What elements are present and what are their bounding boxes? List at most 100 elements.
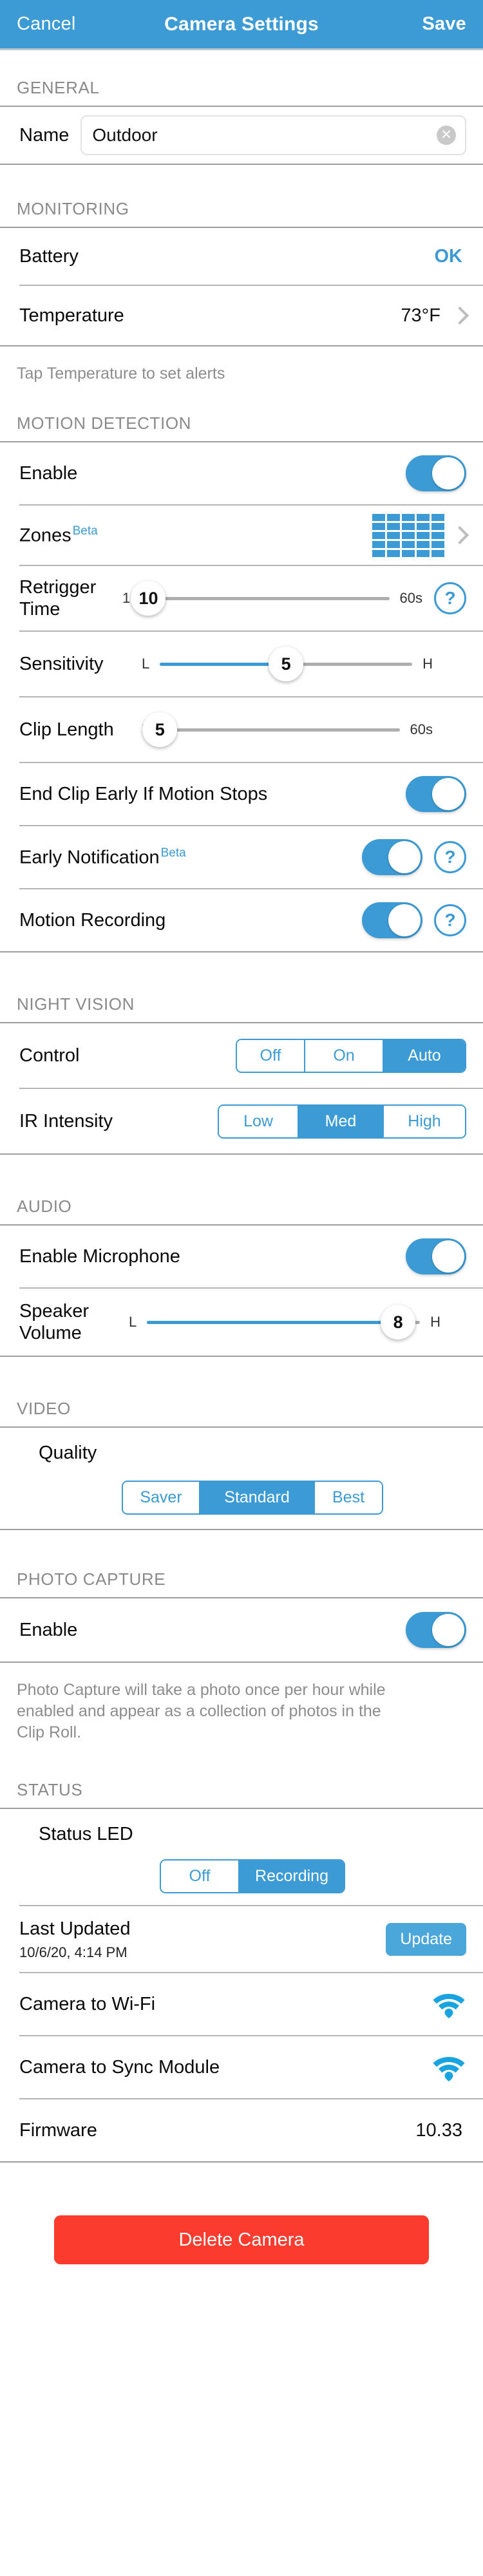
row-firmware: Firmware 10.33	[0, 2099, 483, 2161]
row-enable-microphone[interactable]: Enable Microphone	[0, 1226, 483, 1287]
last-updated-group: Last Updated 10/6/20, 4:14 PM	[19, 1918, 131, 1960]
slider-track-area[interactable]: 5	[160, 647, 413, 681]
slider-track-area[interactable]: 8	[147, 1305, 421, 1340]
temperature-footnote: Tap Temperature to set alerts	[17, 365, 225, 383]
row-name[interactable]: Name Outdoor ✕	[0, 107, 483, 164]
early-notification-label-text: Early Notification	[19, 847, 160, 868]
end-clip-early-toggle[interactable]	[406, 776, 466, 812]
row-camera-to-wifi[interactable]: Camera to Wi-Fi	[0, 1973, 483, 2035]
row-nv-control[interactable]: Control Off On Auto	[0, 1023, 483, 1088]
nv-control-segmented[interactable]: Off On Auto	[236, 1038, 466, 1073]
row-camera-to-sync-module[interactable]: Camera to Sync Module	[0, 2036, 483, 2098]
sensitivity-slider[interactable]: L 5 H	[142, 647, 433, 681]
zones-label-text: Zones	[19, 525, 71, 546]
motion-enable-label: Enable	[19, 462, 78, 484]
toggle-knob	[432, 457, 464, 489]
early-notification-help-icon[interactable]: ?	[434, 841, 466, 873]
row-motion-enable[interactable]: Enable	[0, 442, 483, 504]
slider-track	[160, 728, 400, 732]
row-early-notification[interactable]: Early Notification Beta ?	[0, 826, 483, 888]
slider-thumb[interactable]: 5	[142, 712, 178, 747]
section-header-monitoring: MONITORING	[17, 199, 129, 218]
slider-track-area[interactable]: 5	[142, 712, 400, 747]
early-notification-toggle[interactable]	[362, 839, 422, 875]
clip-length-label: Clip Length	[19, 719, 114, 740]
zones-grid-icon[interactable]	[372, 513, 444, 557]
cancel-button[interactable]: Cancel	[17, 14, 75, 35]
retrigger-time-help-icon[interactable]: ?	[434, 582, 466, 614]
sensitivity-label: Sensitivity	[19, 653, 104, 674]
early-notification-label: Early Notification Beta	[19, 846, 186, 869]
section-header-status: STATUS	[17, 1780, 83, 1800]
slider-min-label: L	[129, 1314, 137, 1330]
quality-label: Quality	[39, 1443, 97, 1463]
photo-capture-description: Photo Capture will take a photo once per…	[17, 1681, 386, 1742]
row-ir-intensity[interactable]: IR Intensity Low Med High	[0, 1089, 483, 1153]
nv-control-option-off[interactable]: Off	[237, 1039, 305, 1072]
nv-control-label: Control	[19, 1045, 80, 1066]
name-input[interactable]: Outdoor ✕	[80, 115, 466, 155]
ir-intensity-segmented[interactable]: Low Med High	[218, 1104, 466, 1139]
slider-thumb[interactable]: 10	[131, 581, 166, 616]
row-speaker-volume[interactable]: Speaker Volume L 8 H	[0, 1289, 483, 1356]
quality-option-best[interactable]: Best	[315, 1482, 382, 1514]
update-button[interactable]: Update	[386, 1922, 466, 1956]
status-led-option-recording[interactable]: Recording	[240, 1861, 344, 1893]
ir-intensity-option-low[interactable]: Low	[219, 1105, 299, 1137]
enable-microphone-toggle[interactable]	[406, 1238, 466, 1274]
early-notification-beta-badge: Beta	[160, 846, 186, 860]
speaker-volume-label: Speaker Volume	[19, 1300, 90, 1343]
motion-recording-toggle[interactable]	[362, 902, 422, 938]
retrigger-time-slider[interactable]: 10 10 60s	[122, 581, 422, 616]
navigation-bar: Cancel Camera Settings Save	[0, 0, 483, 50]
end-clip-early-label: End Clip Early If Motion Stops	[19, 783, 268, 804]
slider-track-fill	[160, 662, 287, 666]
last-updated-timestamp: 10/6/20, 4:14 PM	[19, 1944, 128, 1960]
delete-camera-button[interactable]: Delete Camera	[54, 2215, 429, 2265]
photo-capture-enable-toggle[interactable]	[406, 1612, 466, 1649]
firmware-value: 10.33	[415, 2119, 462, 2141]
row-retrigger-time[interactable]: Retrigger Time 10 10 60s ?	[0, 566, 483, 630]
ir-intensity-label: IR Intensity	[19, 1110, 113, 1132]
slider-max-label: 60s	[410, 721, 433, 737]
motion-recording-label: Motion Recording	[19, 909, 166, 931]
slider-max-label: H	[422, 656, 433, 672]
motion-enable-toggle[interactable]	[406, 455, 466, 491]
clear-circle-icon[interactable]: ✕	[437, 126, 456, 145]
speaker-volume-slider[interactable]: L 8 H	[129, 1305, 440, 1340]
quality-option-saver[interactable]: Saver	[123, 1482, 200, 1514]
slider-max-label: H	[430, 1314, 440, 1330]
slider-min-label: L	[142, 656, 150, 672]
wifi-icon	[433, 1994, 465, 2019]
zones-label: Zones Beta	[19, 524, 98, 547]
slider-thumb[interactable]: 5	[269, 647, 304, 681]
quality-option-standard[interactable]: Standard	[200, 1482, 315, 1514]
row-clip-length[interactable]: Clip Length 5 5 60s	[0, 697, 483, 762]
motion-recording-help-icon[interactable]: ?	[434, 904, 466, 936]
row-photo-capture-enable[interactable]: Enable	[0, 1598, 483, 1662]
quality-segmented[interactable]: Saver Standard Best	[122, 1481, 383, 1515]
save-button[interactable]: Save	[422, 14, 466, 35]
slider-thumb[interactable]: 8	[381, 1305, 416, 1340]
row-status-led[interactable]: Status LED Off Recording	[0, 1809, 483, 1905]
status-led-option-off[interactable]: Off	[161, 1861, 240, 1893]
clip-length-slider[interactable]: 5 5 60s	[142, 712, 433, 747]
row-end-clip-early[interactable]: End Clip Early If Motion Stops	[0, 763, 483, 825]
status-led-segmented[interactable]: Off Recording	[160, 1859, 345, 1894]
row-temperature[interactable]: Temperature 73°F	[0, 286, 483, 345]
ir-intensity-option-med[interactable]: Med	[299, 1105, 384, 1137]
name-input-value[interactable]: Outdoor	[92, 125, 437, 146]
row-motion-recording[interactable]: Motion Recording ?	[0, 889, 483, 951]
row-sensitivity[interactable]: Sensitivity L 5 H	[0, 632, 483, 696]
ir-intensity-option-high[interactable]: High	[384, 1105, 465, 1137]
slider-track	[148, 596, 390, 600]
temperature-value: 73°F	[401, 305, 440, 326]
row-quality[interactable]: Quality Saver Standard Best	[0, 1428, 483, 1529]
nv-control-option-on[interactable]: On	[305, 1039, 384, 1072]
toggle-knob	[432, 778, 464, 810]
battery-status: OK	[434, 245, 463, 267]
row-last-updated[interactable]: Last Updated 10/6/20, 4:14 PM Update	[0, 1906, 483, 1972]
row-zones[interactable]: Zones Beta	[0, 506, 483, 565]
nv-control-option-auto[interactable]: Auto	[384, 1039, 465, 1072]
slider-track-area[interactable]: 10	[131, 581, 390, 616]
